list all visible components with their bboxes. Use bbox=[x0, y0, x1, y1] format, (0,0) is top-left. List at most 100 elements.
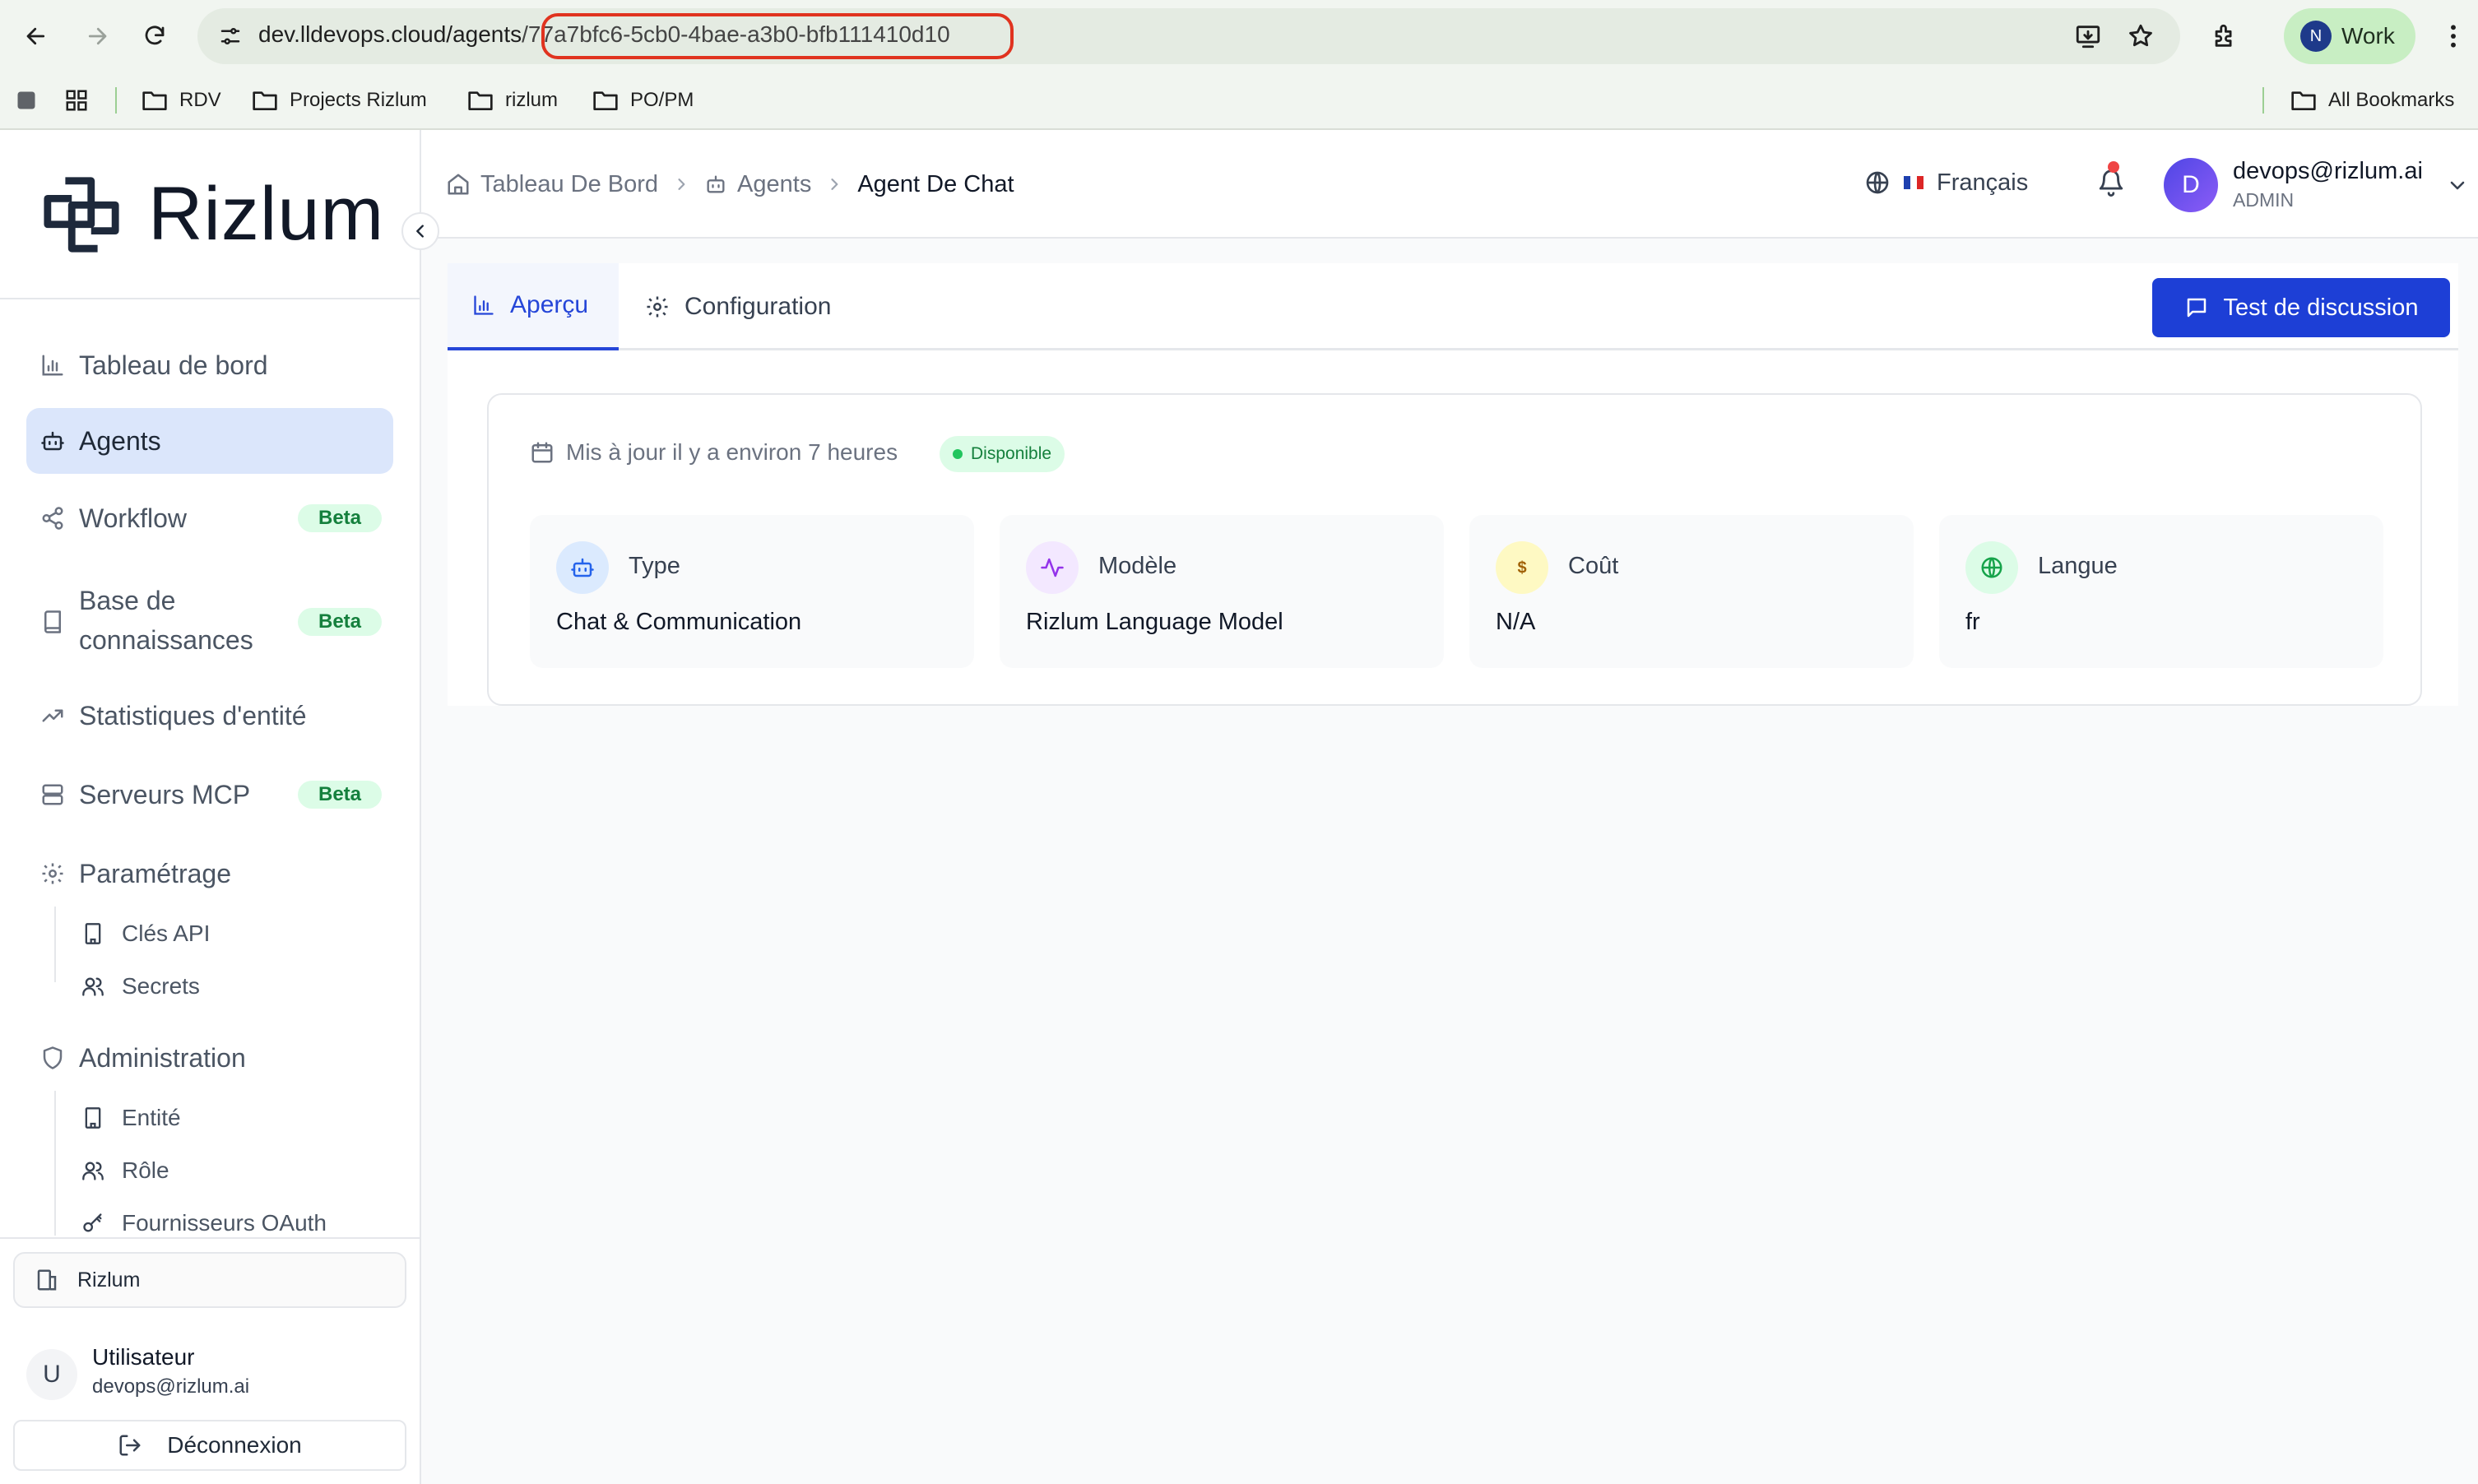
globe-icon bbox=[1965, 541, 2018, 594]
stat-card-cost: $ Coût N/A bbox=[1469, 515, 1914, 668]
collapse-sidebar-button[interactable] bbox=[401, 212, 439, 250]
sidebar-item-label: Statistiques d'entité bbox=[79, 701, 307, 730]
all-bookmarks-button[interactable]: All Bookmarks bbox=[2290, 86, 2454, 115]
sidebar-item-label: Administration bbox=[79, 1043, 246, 1073]
site-info-icon[interactable] bbox=[212, 18, 248, 54]
sidebar-item-label: Workflow bbox=[79, 503, 187, 533]
bookmark-star-icon[interactable] bbox=[2124, 20, 2157, 53]
forward-arrow-icon[interactable] bbox=[79, 18, 115, 54]
tab-search-icon[interactable] bbox=[15, 86, 38, 115]
book-icon bbox=[38, 607, 67, 637]
chevron-right-icon bbox=[678, 179, 685, 190]
organization-name: Rizlum bbox=[77, 1268, 141, 1292]
address-bar[interactable]: dev.lldevops.cloud/agents/77a7bfc6-5cb0-… bbox=[197, 8, 2180, 64]
message-square-icon bbox=[2187, 298, 2206, 318]
sidebar-item-label: Tableau de bord bbox=[79, 350, 268, 380]
extensions-puzzle-icon[interactable] bbox=[2207, 18, 2243, 54]
chevron-right-icon bbox=[831, 179, 838, 190]
test-chat-label: Test de discussion bbox=[2223, 294, 2419, 321]
sidebar-subitem-label: Entité bbox=[122, 1105, 181, 1130]
app-header: Tableau De Bord Agents Agent De Chat Fra… bbox=[421, 130, 2478, 239]
sidebar-item-label: Serveurs MCP bbox=[79, 780, 251, 809]
bookmark-rdv[interactable]: RDV bbox=[142, 86, 221, 115]
sidebar-item-dashboard[interactable]: Tableau de bord bbox=[26, 339, 393, 392]
server-icon bbox=[38, 780, 67, 809]
sidebar-subitem-secrets[interactable]: Secrets bbox=[79, 966, 200, 1007]
apps-grid-icon[interactable] bbox=[64, 86, 89, 115]
back-arrow-icon[interactable] bbox=[18, 18, 54, 54]
sidebar-item-entity-stats[interactable]: Statistiques d'entité bbox=[26, 689, 393, 742]
install-app-icon[interactable] bbox=[2072, 20, 2104, 53]
divider bbox=[0, 1237, 420, 1239]
bookmark-projects-rizlum[interactable]: Projects Rizlum bbox=[252, 86, 427, 115]
submenu-guide-line bbox=[54, 907, 56, 982]
breadcrumb-dashboard[interactable]: Tableau De Bord bbox=[480, 171, 658, 198]
bookmark-label: rizlum bbox=[505, 89, 558, 111]
beta-badge: Beta bbox=[298, 608, 382, 636]
users-icon bbox=[79, 972, 107, 1000]
bookmark-rizlum[interactable]: rizlum bbox=[467, 86, 558, 115]
test-chat-button[interactable]: Test de discussion bbox=[2152, 278, 2450, 337]
tab-label: Aperçu bbox=[510, 291, 589, 318]
gear-icon bbox=[647, 296, 668, 318]
account-avatar[interactable]: D bbox=[2164, 158, 2218, 212]
sidebar-item-label-line1: Base de bbox=[79, 586, 176, 615]
folder-icon bbox=[468, 91, 493, 111]
account-role: ADMIN bbox=[2233, 189, 2295, 211]
submenu-guide-line bbox=[54, 1091, 56, 1236]
activity-icon bbox=[1026, 541, 1079, 594]
language-selector[interactable]: Français bbox=[1864, 166, 2028, 199]
tab-label: Configuration bbox=[684, 293, 832, 320]
tab-configuration[interactable]: Configuration bbox=[645, 263, 831, 350]
url-highlight-annotation bbox=[541, 13, 1014, 59]
sidebar-item-label: Agents bbox=[79, 426, 161, 456]
user-name: Utilisateur bbox=[92, 1344, 195, 1370]
bookmark-label: Projects Rizlum bbox=[290, 89, 427, 111]
svg-text:$: $ bbox=[1517, 559, 1526, 577]
bookmark-po-pm[interactable]: PO/PM bbox=[592, 86, 694, 115]
bookmark-separator bbox=[115, 87, 117, 114]
tab-overview[interactable]: Aperçu bbox=[448, 263, 619, 350]
status-badge: Disponible bbox=[940, 436, 1065, 472]
logout-button[interactable]: Déconnexion bbox=[13, 1420, 406, 1471]
browser-menu-icon[interactable] bbox=[2437, 18, 2470, 54]
brand-name: Rizlum bbox=[148, 172, 385, 256]
bar-chart-icon bbox=[38, 350, 67, 380]
browser-toolbar: dev.lldevops.cloud/agents/77a7bfc6-5cb0-… bbox=[0, 0, 2478, 71]
sidebar-subitem-role[interactable]: Rôle bbox=[79, 1150, 169, 1191]
last-updated: Mis à jour il y a environ 7 heures bbox=[530, 436, 898, 469]
stat-value: N/A bbox=[1496, 609, 1536, 635]
bot-icon bbox=[556, 541, 609, 594]
folder-icon bbox=[142, 91, 167, 111]
reload-icon[interactable] bbox=[137, 18, 173, 54]
folder-icon bbox=[253, 91, 277, 111]
sidebar-item-label-line2: connaissances bbox=[79, 625, 253, 655]
beta-badge: Beta bbox=[298, 504, 382, 532]
sidebar-item-settings[interactable]: Paramétrage bbox=[26, 847, 393, 900]
stat-title: Modèle bbox=[1098, 553, 1177, 579]
all-bookmarks-label: All Bookmarks bbox=[2328, 89, 2455, 111]
rizlum-logo-icon[interactable] bbox=[41, 174, 122, 255]
users-icon bbox=[79, 1157, 107, 1185]
sidebar-subitem-api-keys[interactable]: Clés API bbox=[79, 913, 210, 954]
dollar-icon: $ bbox=[1496, 541, 1548, 594]
chevron-down-icon[interactable] bbox=[2445, 173, 2470, 197]
bookmark-separator bbox=[2262, 87, 2264, 114]
profile-button[interactable]: N Work bbox=[2284, 8, 2415, 64]
sidebar-item-agents[interactable]: Agents bbox=[26, 408, 393, 474]
stat-card-type: Type Chat & Communication bbox=[530, 515, 974, 668]
stat-card-model: Modèle Rizlum Language Model bbox=[1000, 515, 1444, 668]
sidebar-subitem-entity[interactable]: Entité bbox=[79, 1097, 181, 1139]
sidebar-item-administration[interactable]: Administration bbox=[26, 1032, 393, 1084]
globe-icon bbox=[1866, 171, 1889, 194]
stat-title: Langue bbox=[2038, 553, 2118, 579]
sidebar-item-workflow[interactable]: Workflow Beta bbox=[26, 492, 393, 545]
folder-icon bbox=[593, 91, 618, 111]
profile-label: Work bbox=[2341, 23, 2395, 49]
stat-value: Rizlum Language Model bbox=[1026, 609, 1283, 635]
breadcrumb-agents[interactable]: Agents bbox=[737, 171, 811, 198]
organization-selector[interactable]: Rizlum bbox=[13, 1252, 406, 1308]
sidebar-item-knowledge-base[interactable]: Base de connaissances Beta bbox=[26, 577, 393, 666]
sidebar-item-mcp-servers[interactable]: Serveurs MCP Beta bbox=[26, 768, 393, 821]
profile-avatar: N bbox=[2300, 21, 2332, 52]
